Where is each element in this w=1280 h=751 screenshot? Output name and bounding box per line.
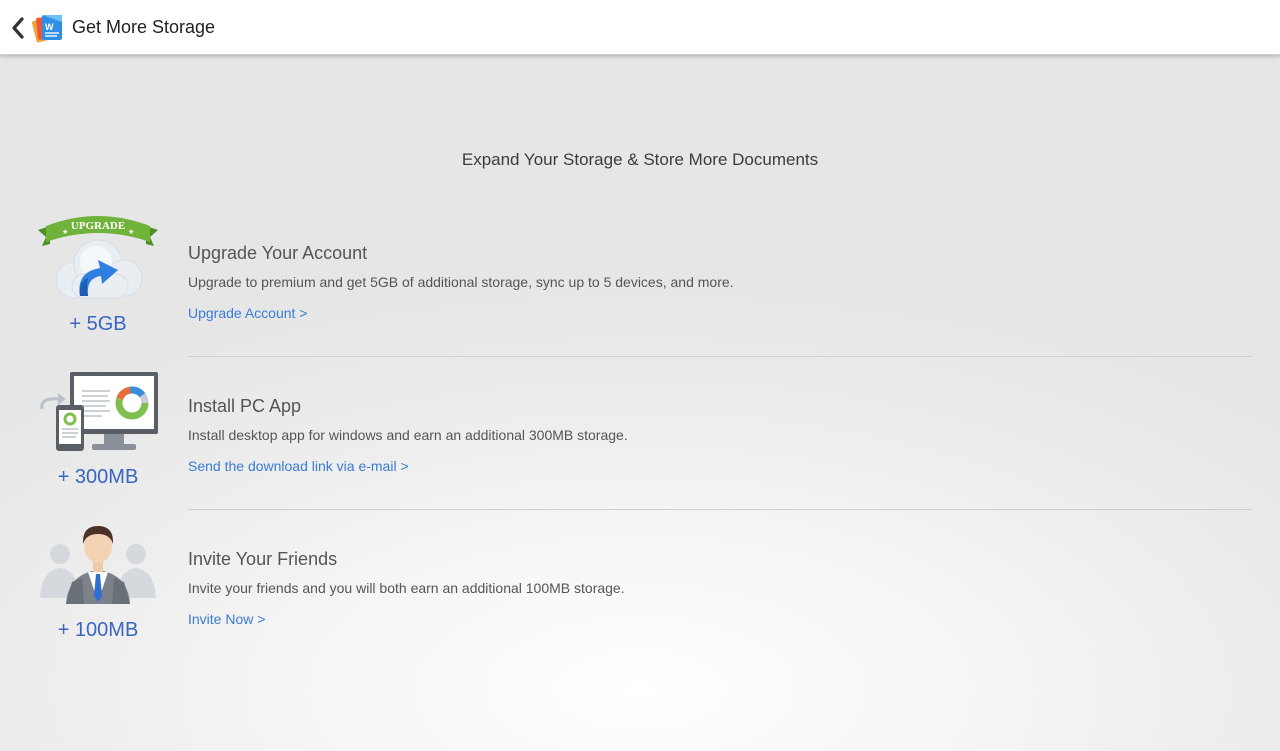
invite-description: Invite your friends and you will both ea… [188, 580, 625, 596]
svg-text:★: ★ [62, 228, 68, 236]
upgrade-section: UPGRADE ★ ★ + 5GB Upgrade Your Account U… [0, 210, 1280, 350]
send-download-link[interactable]: Send the download link via e-mail > [188, 458, 409, 474]
upgrade-amount: + 5GB [69, 313, 127, 335]
svg-text:W: W [45, 22, 54, 32]
storage-headline: Expand Your Storage & Store More Documen… [461, 150, 819, 169]
invite-section: + 100MB Invite Your Friends Invite your … [0, 516, 1280, 656]
invite-title: Invite Your Friends [188, 549, 338, 569]
svg-text:★: ★ [128, 228, 134, 236]
upgrade-description: Upgrade to premium and get 5GB of additi… [188, 274, 734, 290]
chevron-left-icon [12, 17, 24, 39]
pc-app-amount: + 300MB [57, 466, 139, 488]
upgrade-badge-text: UPGRADE [71, 220, 125, 232]
section-divider [188, 356, 1252, 357]
invite-now-link[interactable]: Invite Now > [188, 611, 265, 627]
invite-friends-icon [36, 522, 160, 618]
upgrade-cloud-icon: UPGRADE ★ ★ [36, 212, 160, 308]
pc-app-section: + 300MB Install PC App Install desktop a… [0, 363, 1280, 503]
page-title: Get More Storage [72, 17, 216, 37]
polaris-office-logo-icon: W [31, 12, 65, 44]
upgrade-title: Upgrade Your Account [188, 243, 368, 263]
back-button[interactable] [8, 14, 28, 42]
pc-app-icon [36, 369, 160, 465]
pc-app-description: Install desktop app for windows and earn… [188, 427, 628, 443]
top-app-bar: W Get More Storage [0, 0, 1280, 55]
section-divider [188, 509, 1252, 510]
upgrade-account-link[interactable]: Upgrade Account > [188, 305, 307, 321]
invite-amount: + 100MB [57, 619, 139, 641]
pc-app-title: Install PC App [188, 396, 302, 416]
